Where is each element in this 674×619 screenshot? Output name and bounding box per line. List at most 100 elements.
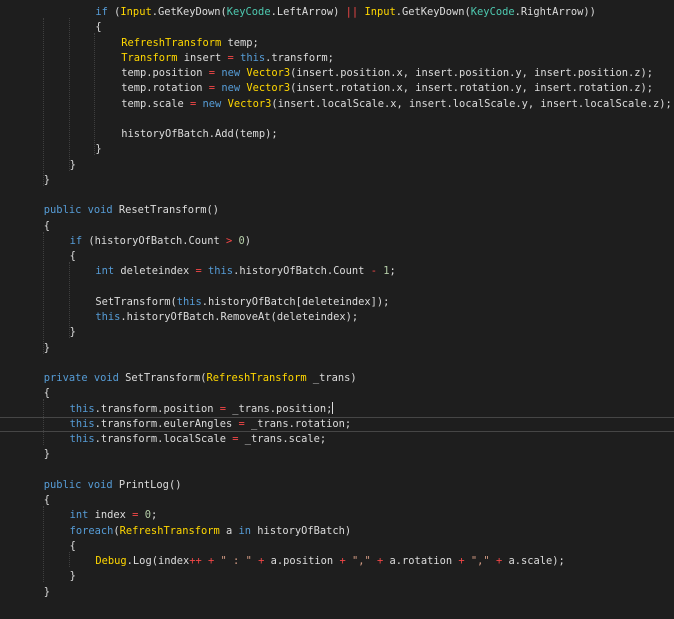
code-token: ++ bbox=[189, 555, 202, 567]
code-token: if bbox=[95, 6, 108, 18]
code-line[interactable]: RefreshTransform temp; bbox=[0, 36, 674, 51]
code-token: SetTransform( bbox=[118, 372, 207, 384]
code-token: .historyOfBatch.RemoveAt(deleteindex); bbox=[120, 311, 359, 323]
code-line[interactable] bbox=[0, 188, 674, 203]
code-line[interactable]: { bbox=[0, 539, 674, 554]
code-token: this bbox=[69, 402, 95, 415]
code-token: } bbox=[69, 158, 76, 171]
code-token: PrintLog() bbox=[112, 478, 182, 491]
code-line[interactable] bbox=[0, 463, 674, 478]
code-token: new bbox=[221, 67, 241, 79]
code-token: .LeftArrow) bbox=[270, 6, 346, 18]
code-token: SetTransform( bbox=[95, 295, 177, 308]
code-line[interactable]: } bbox=[0, 569, 674, 584]
code-line[interactable]: this.historyOfBatch.RemoveAt(deleteindex… bbox=[0, 310, 674, 325]
code-token: void bbox=[87, 478, 113, 491]
code-token: (insert.localScale.x, insert.localScale.… bbox=[271, 97, 672, 110]
code-line[interactable]: } bbox=[0, 341, 674, 356]
code-token: "," bbox=[470, 555, 490, 567]
code-line[interactable]: int deleteindex = this.historyOfBatch.Co… bbox=[0, 264, 674, 279]
code-line[interactable]: historyOfBatch.Add(temp); bbox=[0, 127, 674, 142]
code-token: this bbox=[95, 311, 121, 323]
code-token: Vector3 bbox=[246, 82, 291, 95]
code-token: .transform.localScale bbox=[94, 433, 233, 445]
code-line[interactable]: if (historyOfBatch.Count > 0) bbox=[0, 234, 674, 249]
code-token: new bbox=[202, 97, 222, 110]
code-token: } bbox=[69, 326, 76, 339]
code-token: this bbox=[69, 433, 95, 445]
code-editor[interactable]: if (Input.GetKeyDown(KeyCode.LeftArrow) … bbox=[0, 0, 674, 619]
code-token: Input bbox=[120, 6, 152, 18]
code-token: ) bbox=[244, 234, 252, 247]
code-token: .GetKeyDown( bbox=[395, 6, 471, 18]
code-token: Debug bbox=[95, 555, 127, 567]
code-line[interactable] bbox=[0, 280, 674, 295]
code-token: index bbox=[88, 509, 133, 522]
code-line[interactable]: public void PrintLog() bbox=[0, 478, 674, 493]
code-token: { bbox=[95, 21, 102, 34]
code-token: KeyCode bbox=[470, 6, 515, 18]
code-token: ; bbox=[150, 509, 158, 522]
code-token: new bbox=[221, 82, 241, 95]
code-token: _trans) bbox=[306, 372, 357, 384]
code-token: { bbox=[69, 250, 76, 262]
code-token: RefreshTransform bbox=[121, 36, 222, 49]
code-token: _trans.scale; bbox=[238, 433, 327, 445]
code-token: ResetTransform() bbox=[112, 204, 219, 217]
code-token: .transform.eulerAngles bbox=[94, 417, 239, 430]
code-token: Vector3 bbox=[227, 97, 272, 110]
code-token: (insert.rotation.x, insert.rotation.y, i… bbox=[290, 82, 653, 95]
code-token: .historyOfBatch.Count bbox=[233, 265, 371, 278]
code-line[interactable]: public void ResetTransform() bbox=[0, 203, 674, 218]
code-line[interactable]: { bbox=[0, 249, 674, 264]
code-token: { bbox=[43, 387, 51, 400]
code-line[interactable]: { bbox=[0, 219, 674, 234]
code-line[interactable]: } bbox=[0, 158, 674, 173]
code-line[interactable]: if (Input.GetKeyDown(KeyCode.LeftArrow) … bbox=[0, 5, 674, 20]
code-token: temp.position bbox=[121, 67, 209, 79]
code-token: deleteindex bbox=[114, 265, 196, 278]
code-token: in bbox=[238, 524, 252, 537]
code-token: this bbox=[240, 51, 266, 64]
code-token: { bbox=[43, 219, 51, 232]
code-line[interactable]: int index = 0; bbox=[0, 508, 674, 523]
code-token: _trans.rotation; bbox=[244, 417, 352, 430]
code-token: private bbox=[43, 372, 88, 384]
code-line[interactable]: this.transform.position = _trans.positio… bbox=[0, 401, 674, 417]
code-line[interactable]: temp.rotation = new Vector3(insert.rotat… bbox=[0, 81, 674, 96]
code-token: int bbox=[69, 509, 89, 522]
code-line[interactable]: Debug.Log(index++ + " : " + a.position +… bbox=[0, 554, 674, 569]
code-line[interactable]: } bbox=[0, 447, 674, 462]
code-line[interactable]: temp.position = new Vector3(insert.posit… bbox=[0, 66, 674, 81]
code-line[interactable]: } bbox=[0, 585, 674, 600]
code-line[interactable]: this.transform.eulerAngles = _trans.rota… bbox=[0, 416, 674, 433]
code-line[interactable]: { bbox=[0, 20, 674, 35]
code-line[interactable]: } bbox=[0, 173, 674, 188]
code-line[interactable]: foreach(RefreshTransform a in historyOfB… bbox=[0, 524, 674, 539]
code-token: } bbox=[69, 570, 76, 583]
code-token: this bbox=[69, 417, 95, 430]
code-token: Transform bbox=[121, 51, 178, 64]
code-token: { bbox=[43, 494, 51, 506]
code-line[interactable]: SetTransform(this.historyOfBatch[deletei… bbox=[0, 295, 674, 310]
code-token: historyOfBatch) bbox=[251, 524, 352, 537]
code-line[interactable]: private void SetTransform(RefreshTransfo… bbox=[0, 371, 674, 386]
code-line[interactable]: { bbox=[0, 493, 674, 508]
code-token: foreach bbox=[69, 524, 114, 537]
code-line[interactable]: this.transform.localScale = _trans.scale… bbox=[0, 432, 674, 447]
code-token: void bbox=[87, 204, 113, 217]
code-line[interactable]: { bbox=[0, 386, 674, 401]
code-token: } bbox=[43, 173, 51, 186]
code-line[interactable] bbox=[0, 112, 674, 127]
code-token: this bbox=[208, 265, 234, 278]
code-token: ; bbox=[389, 265, 396, 278]
code-line[interactable]: Transform insert = this.transform; bbox=[0, 51, 674, 66]
code-line[interactable]: } bbox=[0, 325, 674, 340]
code-token: (historyOfBatch.Count bbox=[82, 234, 226, 247]
code-token: temp.scale bbox=[121, 97, 191, 110]
code-token: } bbox=[95, 143, 102, 156]
code-line[interactable] bbox=[0, 356, 674, 371]
code-token: historyOfBatch.Add(temp); bbox=[121, 128, 278, 140]
code-line[interactable]: } bbox=[0, 142, 674, 157]
code-line[interactable]: temp.scale = new Vector3(insert.localSca… bbox=[0, 97, 674, 112]
